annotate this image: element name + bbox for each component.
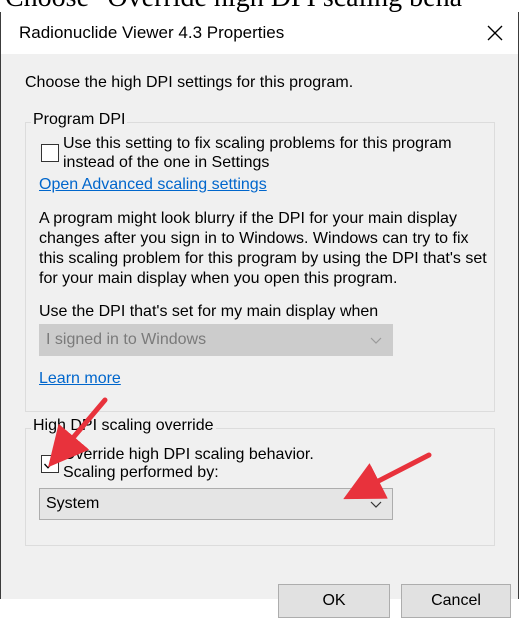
page-heading-text: Choose "Override high DPI scaling beha [5,0,462,12]
close-icon [487,25,503,41]
checkmark-icon [44,458,56,469]
description-line-4: for your main display when you open this… [39,270,398,287]
dpi-select-label: Use the DPI that's set for my main displ… [39,303,379,320]
description-line-2: changes after you sign in to Windows. Wi… [39,230,469,247]
intro-text: Choose the high DPI settings for this pr… [25,74,354,91]
program-dpi-checkbox[interactable] [41,144,59,162]
page-heading-cropped: Choose "Override high DPI scaling beha [0,0,520,12]
chevron-down-icon [370,337,382,344]
ok-button[interactable]: OK [278,584,390,618]
close-button[interactable] [472,12,518,54]
scaling-performed-by-select[interactable]: System [39,488,393,520]
override-scaling-checkbox[interactable] [41,455,59,473]
title-bar: Radionuclide Viewer 4.3 Properties [1,12,518,54]
cancel-button[interactable]: Cancel [401,584,511,618]
override-checkbox-label-line1[interactable]: Override high DPI scaling behavior. [63,446,314,464]
program-dpi-checkbox-label-line1[interactable]: Use this setting to fix scaling problems… [63,135,452,153]
program-dpi-checkbox-label-line2[interactable]: instead of the one in Settings [63,154,269,172]
dpi-select[interactable]: I signed in to Windows [39,324,393,356]
scaling-select-value: System [46,495,100,512]
window-title: Radionuclide Viewer 4.3 Properties [19,23,285,42]
description-line-3: this scaling problem for this program by… [39,250,487,267]
description-line-1: A program might look blurry if the DPI f… [39,210,457,227]
override-checkbox-label-line2[interactable]: Scaling performed by: [63,464,219,482]
chevron-down-icon [370,501,382,508]
dpi-select-value: I signed in to Windows [46,331,207,348]
properties-dialog: Radionuclide Viewer 4.3 Properties Choos… [0,12,519,618]
scaling-override-legend: High DPI scaling override [31,417,216,435]
program-dpi-legend: Program DPI [31,111,128,129]
learn-more-link[interactable]: Learn more [39,370,121,388]
advanced-scaling-link[interactable]: Open Advanced scaling settings [39,176,267,194]
